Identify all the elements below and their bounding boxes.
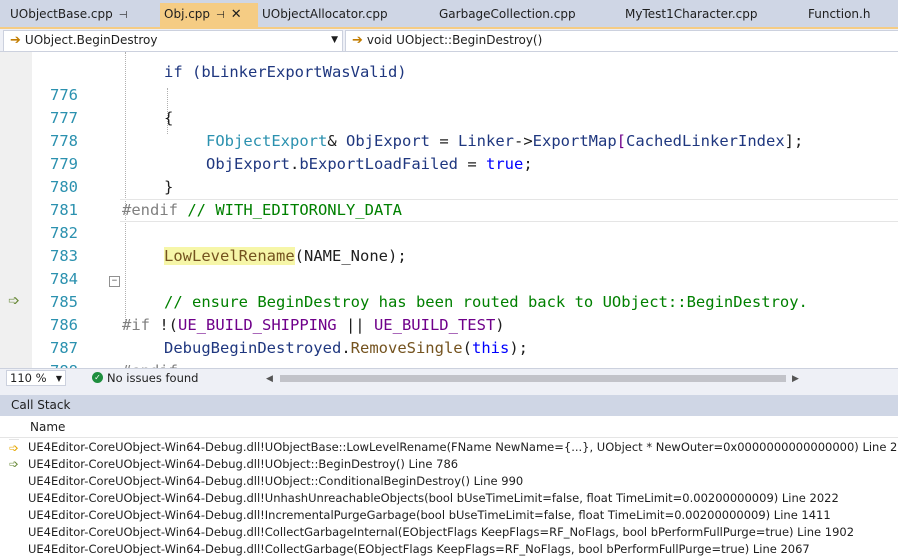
code-line-current: 782 LowLevelRename(NAME_None);: [0, 199, 898, 265]
column-header-name[interactable]: Name: [0, 418, 898, 438]
tab-obj-cpp[interactable]: Obj.cpp ⊣ ✕: [160, 3, 258, 27]
code-line: 776 {: [0, 61, 898, 127]
tab-label: GarbageCollection.cpp: [439, 7, 576, 21]
chevron-down-icon[interactable]: ▼: [56, 371, 62, 386]
tab-label: Obj.cpp: [164, 7, 211, 21]
tab-label: UObjectBase.cpp: [10, 7, 113, 21]
column-label: Name: [30, 420, 66, 434]
tab-uobjectbase-cpp[interactable]: UObjectBase.cpp ⊣: [6, 4, 160, 25]
code-line-partial: if (bLinkerExportWasValid): [0, 52, 898, 81]
code-line: 784 // ensure BeginDestroy has been rout…: [0, 245, 898, 311]
tab-label: Function.h: [808, 7, 871, 21]
document-tab-strip: UObjectBase.cpp ⊣ Obj.cpp ⊣ ✕ UObjectAlloca…: [0, 0, 898, 29]
check-circle-icon: ✓: [92, 372, 103, 383]
scroll-left-icon[interactable]: ◀: [266, 370, 273, 388]
code-line: 783: [0, 222, 898, 265]
return-frame-arrow-icon: ➩: [9, 457, 20, 471]
frame-text: UE4Editor-CoreUObject-Win64-Debug.dll!UO…: [28, 457, 459, 471]
tab-label: UObjectAllocator.cpp: [262, 7, 388, 21]
tab-mytest1character-cpp[interactable]: MyTest1Character.cpp: [621, 4, 803, 25]
frame-text: UE4Editor-CoreUObject-Win64-Debug.dll!Un…: [28, 491, 839, 505]
scope-label: UObject.BeginDestroy: [24, 33, 158, 47]
code-editor[interactable]: if (bLinkerExportWasValid) 776 { 777 FOb…: [0, 52, 898, 368]
call-stack-row[interactable]: UE4Editor-CoreUObject-Win64-Debug.dll!Un…: [0, 490, 898, 507]
editor-status-bar: 110 % ▼ ✓ No issues found ◀ ▶: [0, 368, 898, 387]
pin-icon[interactable]: ⊣: [119, 10, 128, 21]
chevron-down-icon[interactable]: ▼: [331, 31, 338, 50]
line-number: 788: [34, 360, 78, 368]
call-stack-row[interactable]: ➩ UE4Editor-CoreUObject-Win64-Debug.dll!…: [0, 456, 898, 473]
code-text: #endif: [122, 360, 178, 368]
code-line: 788 }: [0, 337, 898, 368]
call-stack-row[interactable]: UE4Editor-CoreUObject-Win64-Debug.dll!In…: [0, 507, 898, 524]
zoom-dropdown[interactable]: 110 % ▼: [6, 370, 66, 386]
code-line: 785 #if !(UE_BUILD_SHIPPING || UE_BUILD_…: [0, 268, 898, 334]
tab-label: MyTest1Character.cpp: [625, 7, 758, 21]
frame-text: UE4Editor-CoreUObject-Win64-Debug.dll!In…: [28, 508, 831, 522]
arrow-right-icon: ➔: [10, 33, 21, 48]
tab-function-h[interactable]: Function.h: [804, 4, 898, 25]
tab-garbagecollection-cpp[interactable]: GarbageCollection.cpp: [435, 4, 619, 25]
current-frame-arrow-icon: ➩: [9, 439, 20, 456]
frame-text: UE4Editor-CoreUObject-Win64-Debug.dll!Co…: [28, 542, 810, 556]
navigation-bar: ➔ UObject.BeginDestroy ▼ ➔ void UObject::B…: [0, 29, 898, 52]
code-line: 781: [0, 176, 898, 219]
frame-text: UE4Editor-CoreUObject-Win64-Debug.dll!UO…: [28, 474, 524, 488]
function-dropdown[interactable]: ➔ void UObject::BeginDestroy(): [345, 30, 898, 52]
code-line: 778 ObjExport.bExportLoadFailed = true;: [0, 107, 898, 173]
code-line: 779 }: [0, 130, 898, 196]
call-stack-row[interactable]: ➩ UE4Editor-CoreUObject-Win64-Debug.dll!…: [0, 439, 898, 456]
pin-icon[interactable]: ⊣: [216, 10, 225, 21]
scroll-right-icon[interactable]: ▶: [792, 370, 799, 388]
call-stack-title: Call Stack: [0, 395, 898, 416]
code-line: 787 #endif: [0, 314, 898, 368]
code-line: 786 DebugBeginDestroyed.RemoveSingle(thi…: [0, 291, 898, 357]
arrow-right-icon: ➔: [352, 33, 363, 48]
scrollbar-thumb[interactable]: [280, 375, 786, 382]
issues-status[interactable]: No issues found: [107, 369, 198, 387]
call-stack-row[interactable]: UE4Editor-CoreUObject-Win64-Debug.dll!Co…: [0, 541, 898, 558]
close-icon[interactable]: ✕: [231, 7, 242, 22]
call-stack-row[interactable]: UE4Editor-CoreUObject-Win64-Debug.dll!UO…: [0, 473, 898, 490]
frame-text: UE4Editor-CoreUObject-Win64-Debug.dll!UO…: [28, 440, 898, 454]
code-line: 780 #endif // WITH_EDITORONLY_DATA: [0, 153, 898, 219]
zoom-level: 110 %: [10, 371, 47, 385]
code-line: 777 FObjectExport& ObjExport = Linker->E…: [0, 84, 898, 150]
call-stack-row[interactable]: UE4Editor-CoreUObject-Win64-Debug.dll!Co…: [0, 524, 898, 541]
frame-text: UE4Editor-CoreUObject-Win64-Debug.dll!Co…: [28, 525, 855, 539]
scope-dropdown[interactable]: ➔ UObject.BeginDestroy ▼: [3, 30, 343, 52]
function-label: void UObject::BeginDestroy(): [366, 33, 543, 47]
tab-uobjectallocator-cpp[interactable]: UObjectAllocator.cpp: [258, 4, 432, 25]
horizontal-scrollbar[interactable]: ◀ ▶: [266, 372, 898, 384]
panel-splitter[interactable]: [0, 387, 898, 395]
